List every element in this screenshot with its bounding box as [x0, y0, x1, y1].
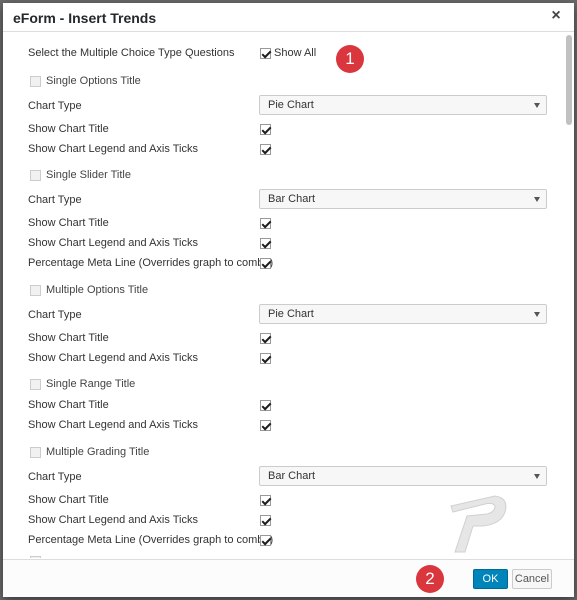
meta-line-checkbox[interactable] — [260, 535, 271, 546]
chart-type-label: Chart Type — [28, 100, 82, 112]
show-chart-title-checkbox[interactable] — [260, 218, 271, 229]
show-legend-label: Show Chart Legend and Axis Ticks — [28, 352, 198, 364]
cancel-button[interactable]: Cancel — [512, 569, 552, 589]
chevron-down-icon — [534, 312, 540, 317]
chart-type-label: Chart Type — [28, 194, 82, 206]
chevron-down-icon — [534, 474, 540, 479]
show-legend-checkbox[interactable] — [260, 353, 271, 364]
show-legend-checkbox[interactable] — [260, 144, 271, 155]
show-all-label: Show All — [274, 47, 317, 59]
scrollbar[interactable] — [566, 35, 572, 555]
show-legend-checkbox[interactable] — [260, 238, 271, 249]
scrollbar-thumb[interactable] — [566, 35, 572, 125]
dialog-title: eForm - Insert Trends — [13, 10, 157, 26]
show-all-checkbox[interactable] — [260, 48, 271, 59]
insert-trends-dialog: eForm - Insert Trends × Select the Multi… — [3, 3, 574, 597]
chart-type-select[interactable]: Bar Chart — [259, 189, 547, 209]
show-legend-checkbox[interactable] — [260, 420, 271, 431]
show-chart-title-label: Show Chart Title — [28, 217, 109, 229]
chart-type-value: Pie Chart — [268, 308, 314, 320]
show-legend-label: Show Chart Legend and Axis Ticks — [28, 514, 198, 526]
show-chart-title-checkbox[interactable] — [260, 400, 271, 411]
dialog-titlebar: eForm - Insert Trends × — [3, 3, 574, 32]
dialog-footer: 2 OK Cancel — [3, 559, 574, 597]
chart-type-select[interactable]: Pie Chart — [259, 95, 547, 115]
annotation-badge-2: 2 — [416, 565, 444, 593]
show-legend-checkbox[interactable] — [260, 515, 271, 526]
section-checkbox-multiple-grading[interactable] — [30, 447, 41, 458]
section-title: Multiple Options Title — [46, 284, 149, 296]
show-chart-title-checkbox[interactable] — [260, 333, 271, 344]
section-title: Single Range Title — [46, 378, 136, 390]
section-checkbox-next[interactable] — [30, 556, 41, 558]
section-checkbox-single-slider[interactable] — [30, 170, 41, 181]
chart-type-label: Chart Type — [28, 471, 82, 483]
chart-type-label: Chart Type — [28, 309, 82, 321]
show-legend-label: Show Chart Legend and Axis Ticks — [28, 237, 198, 249]
select-questions-label: Select the Multiple Choice Type Question… — [28, 47, 235, 59]
show-legend-label: Show Chart Legend and Axis Ticks — [28, 143, 198, 155]
show-chart-title-label: Show Chart Title — [28, 494, 109, 506]
section-title: Multiple Grading Title — [46, 446, 150, 458]
chart-type-value: Bar Chart — [268, 193, 316, 205]
show-chart-title-label: Show Chart Title — [28, 399, 109, 411]
ok-button[interactable]: OK — [473, 569, 508, 589]
dialog-body: Select the Multiple Choice Type Question… — [3, 33, 574, 558]
close-icon[interactable]: × — [548, 8, 564, 24]
annotation-badge-1: 1 — [336, 45, 364, 73]
chart-type-select[interactable]: Pie Chart — [259, 304, 547, 324]
chevron-down-icon — [534, 103, 540, 108]
show-chart-title-label: Show Chart Title — [28, 332, 109, 344]
watermark-logo-icon — [450, 495, 507, 553]
show-chart-title-checkbox[interactable] — [260, 124, 271, 135]
section-title: Single Slider Title — [46, 169, 131, 181]
meta-line-label: Percentage Meta Line (Overrides graph to… — [28, 257, 274, 269]
meta-line-checkbox[interactable] — [260, 258, 271, 269]
meta-line-label: Percentage Meta Line (Overrides graph to… — [28, 534, 274, 546]
show-legend-label: Show Chart Legend and Axis Ticks — [28, 419, 198, 431]
section-checkbox-multiple-options[interactable] — [30, 285, 41, 296]
section-checkbox-single-options[interactable] — [30, 76, 41, 87]
chevron-down-icon — [534, 197, 540, 202]
section-title: Single Options Title — [46, 75, 141, 87]
chart-type-value: Pie Chart — [268, 99, 314, 111]
chart-type-select[interactable]: Bar Chart — [259, 466, 547, 486]
show-chart-title-checkbox[interactable] — [260, 495, 271, 506]
show-chart-title-label: Show Chart Title — [28, 123, 109, 135]
chart-type-value: Bar Chart — [268, 470, 316, 482]
section-checkbox-single-range[interactable] — [30, 379, 41, 390]
